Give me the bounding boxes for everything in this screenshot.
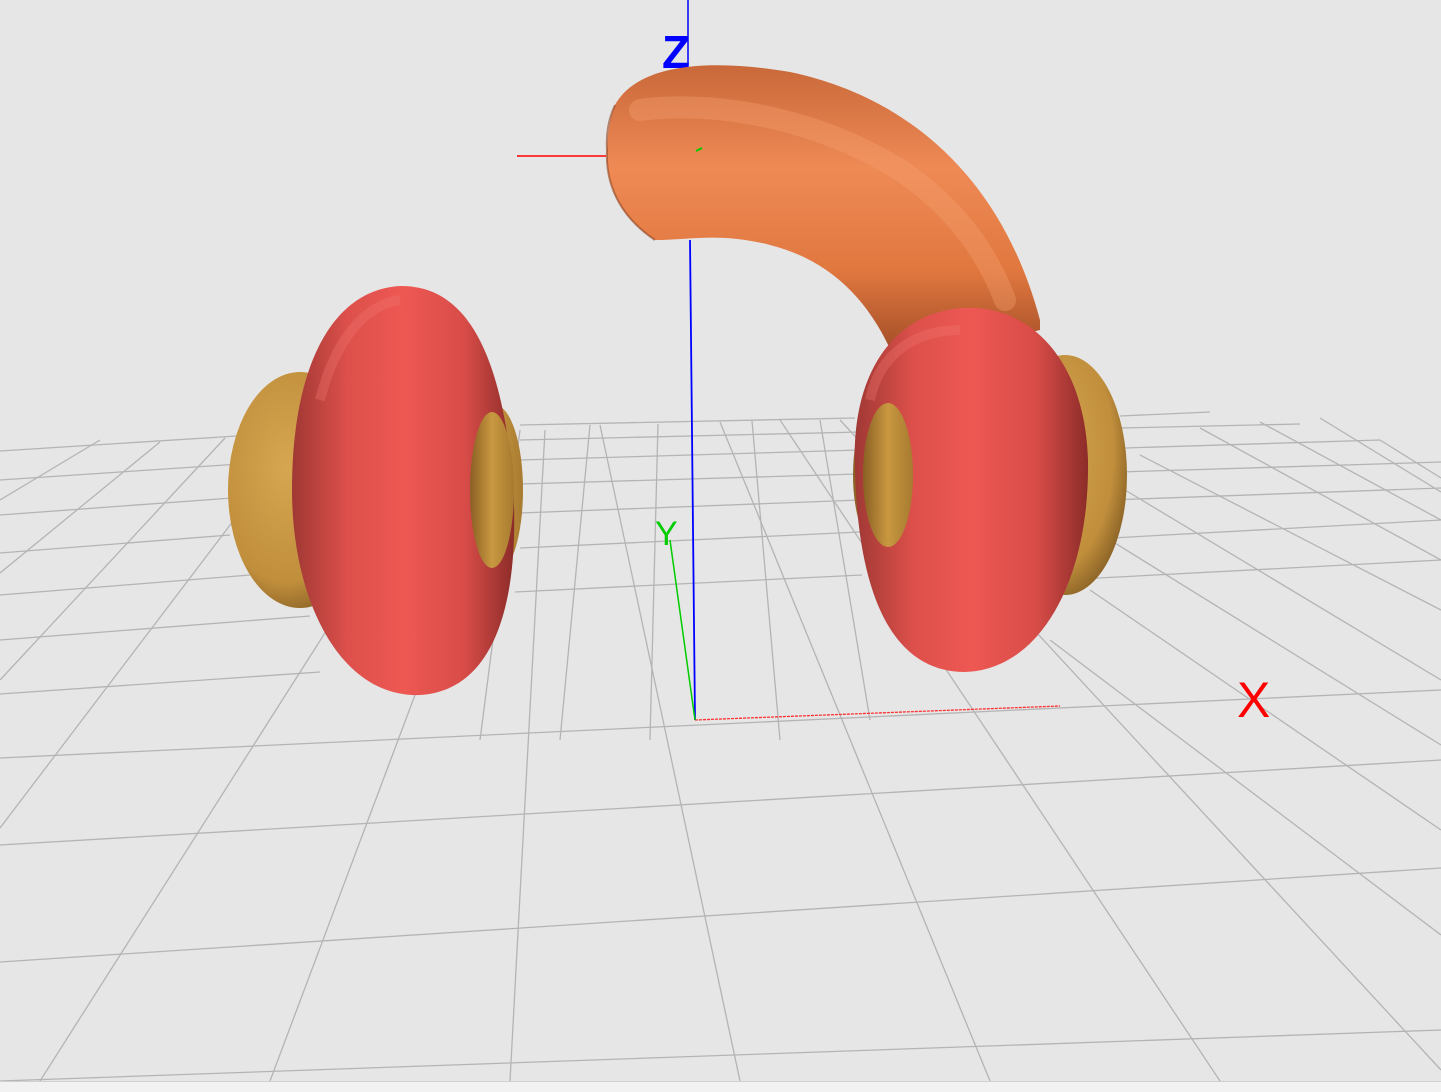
left-ear-cushion — [292, 285, 515, 696]
viewport-bottom-border — [0, 1081, 1441, 1092]
axis-y — [669, 539, 696, 721]
3d-viewport[interactable]: Z Y X — [0, 0, 1441, 1091]
axis-x-label: X — [1237, 672, 1270, 728]
right-ear-cushion — [854, 307, 1089, 672]
scene-canvas[interactable]: Z Y X — [0, 0, 1441, 1081]
ground-grid — [0, 411, 1441, 1081]
axis-y-label: Y — [655, 515, 678, 553]
